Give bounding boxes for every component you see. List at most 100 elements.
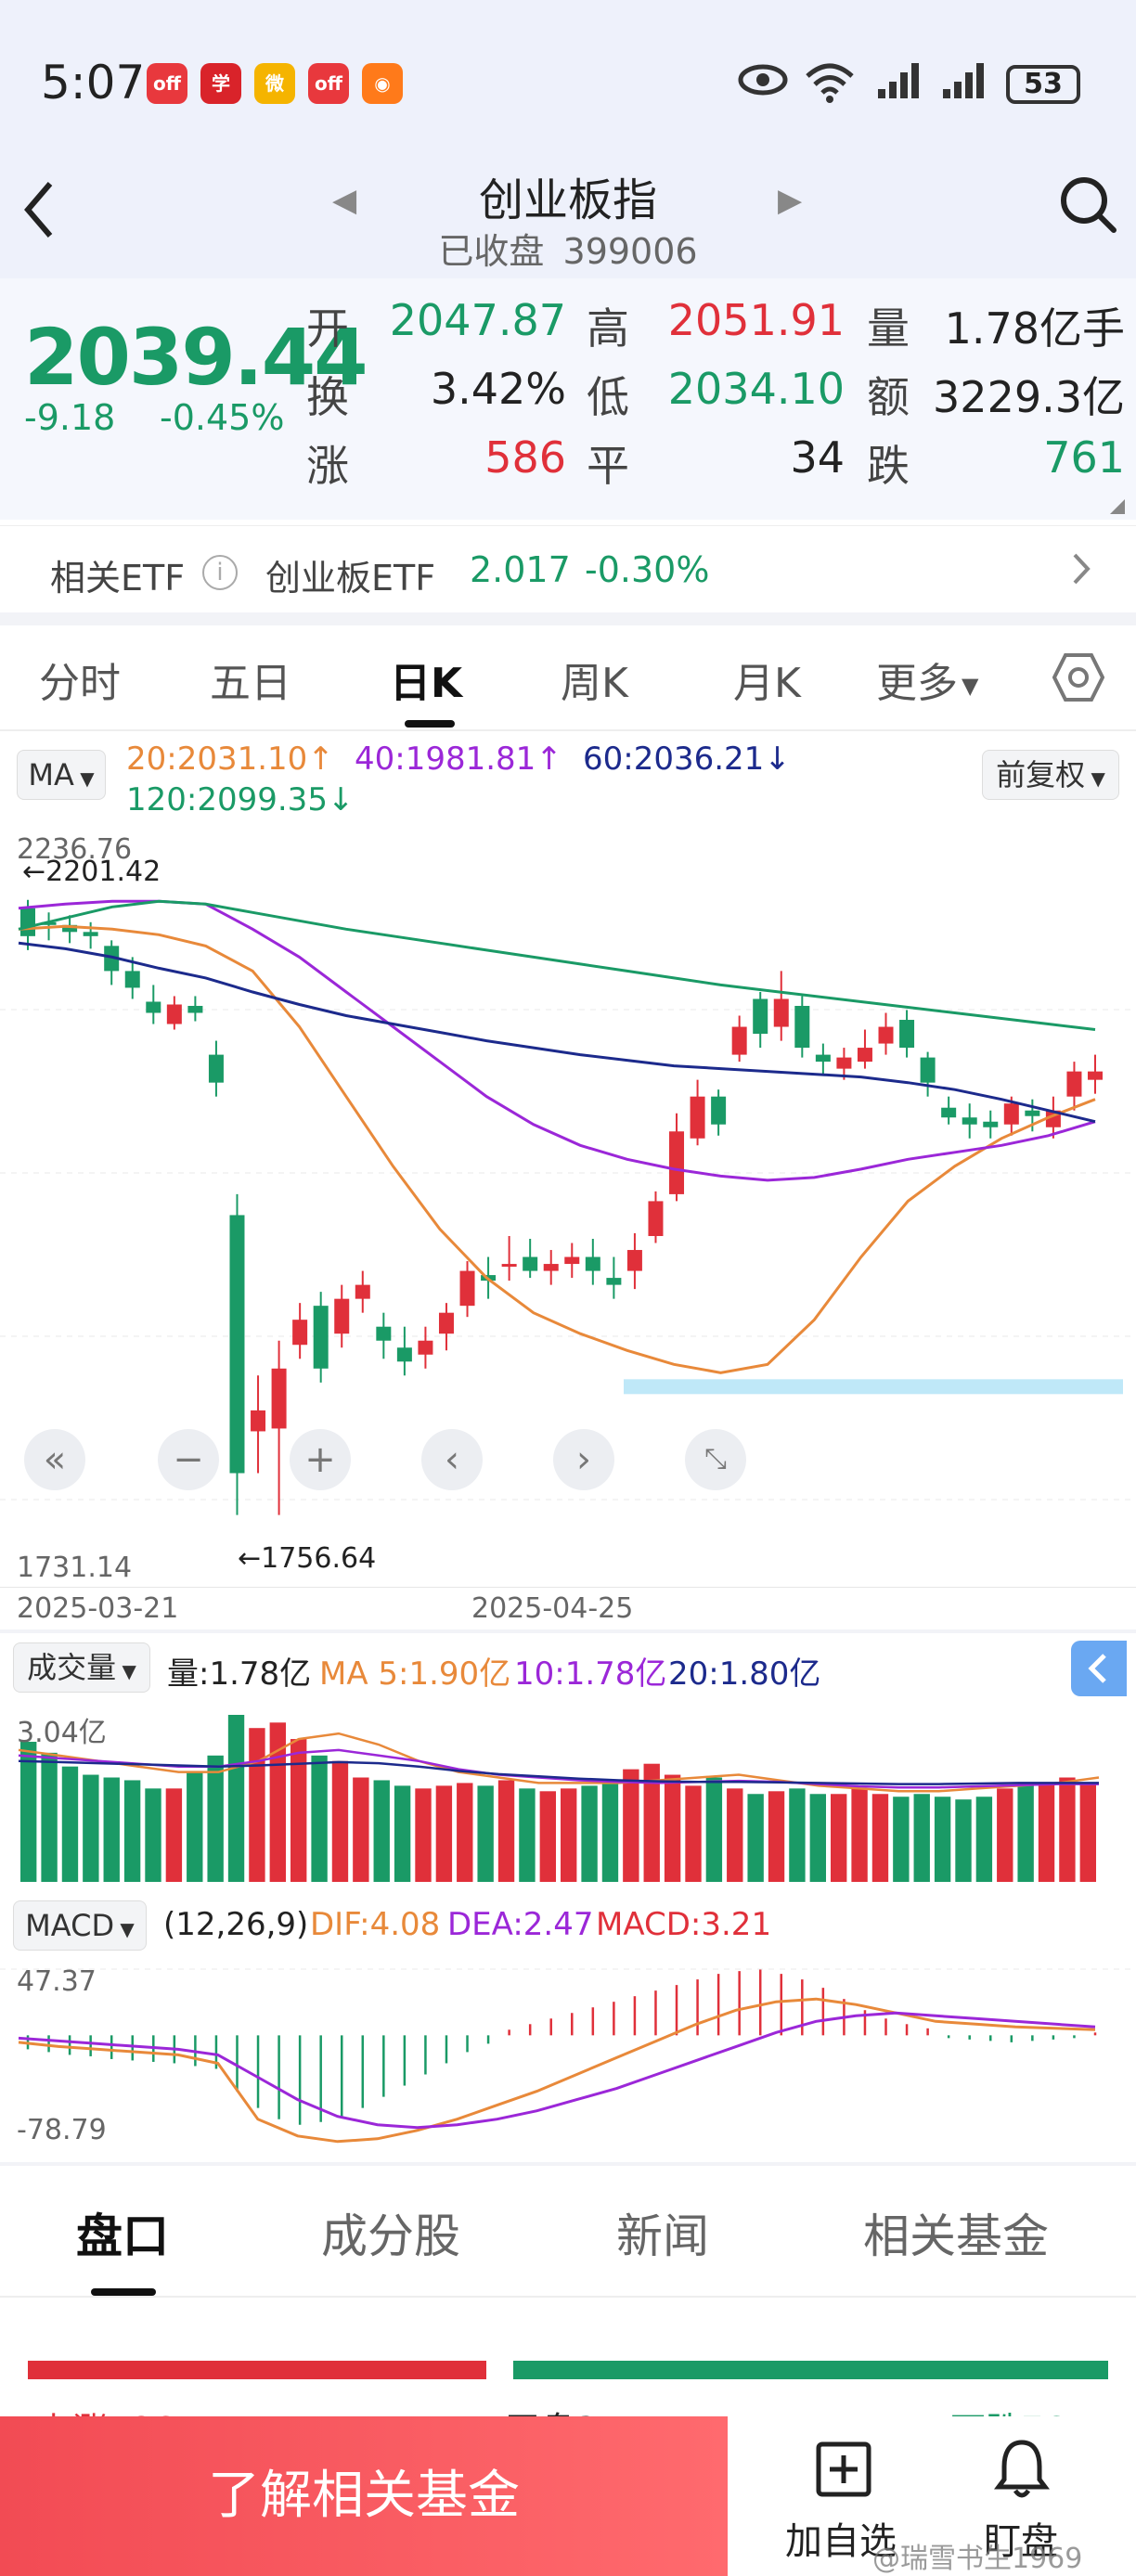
zoom-in-icon[interactable]: + — [290, 1429, 351, 1490]
candle-body — [585, 1256, 600, 1271]
wifi-icon — [802, 59, 858, 113]
info-icon[interactable]: i — [202, 555, 238, 590]
volume-bar — [1079, 1784, 1096, 1882]
candle-body — [899, 1020, 915, 1049]
zoom-out-max-icon[interactable]: « — [24, 1429, 85, 1490]
scroll-left-icon[interactable]: ‹ — [421, 1429, 483, 1490]
signal-icon-2 — [941, 59, 991, 109]
candle-body — [983, 1121, 999, 1127]
macd-selector-label: MACD — [25, 1908, 115, 1943]
volume-value: 量:1.78亿 — [167, 1655, 312, 1693]
volume-ma20: 20:1.80亿 — [668, 1655, 821, 1693]
candle-body — [396, 1347, 412, 1362]
volume-bar — [768, 1791, 785, 1882]
quote-label: 跌 — [867, 441, 910, 491]
search-icon[interactable] — [1056, 173, 1119, 236]
watermark: @瑞雪书生1969 — [872, 2543, 1083, 2575]
tab-news[interactable]: 新闻 — [616, 2199, 709, 2266]
macd-dea: DEA:2.47 — [447, 1906, 594, 1943]
volume-bar — [893, 1797, 910, 1882]
tab-monthly-k[interactable]: 月K — [733, 650, 801, 709]
candle-body — [83, 932, 98, 936]
quote-label: 平 — [587, 441, 629, 491]
ma-selector[interactable]: MA ▼ — [17, 750, 106, 800]
volume-bar — [394, 1785, 411, 1882]
candle-body — [292, 1320, 308, 1346]
breadth-bar — [28, 2361, 1108, 2379]
ma-selector-label: MA — [28, 757, 74, 792]
bell-icon[interactable] — [993, 2437, 1051, 2504]
date-start: 2025-03-21 — [17, 1592, 179, 1625]
expand-corner-icon[interactable] — [1110, 499, 1125, 514]
date-mid: 2025-04-25 — [471, 1592, 634, 1625]
candle-body — [229, 1215, 245, 1474]
zoom-out-icon[interactable]: − — [158, 1429, 219, 1490]
tab-more-label: 更多 — [876, 660, 958, 707]
caret-down-icon: ▼ — [1085, 767, 1105, 790]
etf-change: -0.30% — [585, 549, 710, 590]
settings-icon[interactable] — [1052, 651, 1105, 707]
volume-bar — [1017, 1785, 1034, 1882]
tab-related-funds[interactable]: 相关基金 — [863, 2199, 1049, 2266]
tab-order-book[interactable]: 盘口 — [76, 2199, 169, 2266]
learn-funds-button[interactable]: 了解相关基金 — [0, 2416, 728, 2576]
app-icon-2: 学 — [200, 63, 241, 104]
candle-body — [606, 1278, 622, 1285]
page-subtitle: 已收盘 399006 — [0, 223, 1136, 274]
adjust-selector[interactable]: 前复权 ▼ — [982, 750, 1119, 800]
tab-weekly-k[interactable]: 周K — [561, 650, 628, 709]
chevron-right-icon[interactable] — [1067, 546, 1095, 596]
volume-bar — [831, 1794, 847, 1882]
kline-bottom-value: 1731.14 — [17, 1552, 133, 1584]
candle-body — [334, 1298, 350, 1334]
etf-price: 2.017 — [470, 549, 571, 590]
tab-intraday[interactable]: 分时 — [39, 650, 121, 709]
scroll-right-icon[interactable]: › — [553, 1429, 614, 1490]
index-code: 399006 — [562, 231, 698, 272]
volume-bar — [664, 1774, 681, 1882]
etf-name[interactable]: 创业板ETF — [265, 549, 435, 600]
ma20-legend: 20:2031.10↑ — [126, 741, 334, 778]
candle-body — [815, 1054, 831, 1063]
volume-selector-label: 成交量 — [27, 1650, 117, 1685]
volume-bar — [331, 1760, 349, 1882]
candle-body — [355, 1284, 370, 1299]
volume-bar — [747, 1794, 764, 1882]
tab-more[interactable]: 更多 ▼ — [876, 650, 978, 709]
macd-line-dif — [18, 1997, 1096, 2144]
tab-constituents[interactable]: 成分股 — [321, 2199, 460, 2266]
tab-daily-k[interactable]: 日K — [390, 650, 462, 709]
add-watchlist-icon[interactable] — [815, 2441, 872, 2502]
volume-bar — [685, 1785, 702, 1882]
candle-body — [920, 1057, 936, 1083]
volume-bar — [997, 1788, 1013, 1882]
volume-chart[interactable] — [0, 1707, 1136, 1884]
candle-body — [523, 1256, 538, 1271]
macd-chart[interactable] — [0, 1960, 1136, 2155]
macd-selector[interactable]: MACD ▼ — [13, 1900, 147, 1951]
volume-scale: 3.04亿 — [17, 1717, 107, 1749]
ma40-legend: 40:1981.81↑ — [355, 741, 562, 778]
volume-bar — [519, 1788, 536, 1882]
volume-bar — [561, 1788, 577, 1882]
candle-body — [187, 1005, 203, 1013]
volume-bar — [789, 1788, 806, 1882]
breadth-down-segment — [513, 2361, 1108, 2379]
volume-bar — [623, 1769, 639, 1882]
eye-icon — [737, 59, 789, 109]
volume-bar — [41, 1752, 58, 1882]
candle-body — [962, 1117, 977, 1125]
support-band — [624, 1379, 1123, 1395]
ma-line-ma60 — [18, 941, 1096, 1124]
volume-bar — [539, 1791, 556, 1882]
volume-bar — [227, 1715, 245, 1882]
fullscreen-icon[interactable]: ⤡ — [685, 1429, 746, 1490]
tab-five-day[interactable]: 五日 — [210, 650, 291, 709]
volume-selector[interactable]: 成交量 ▼ — [13, 1642, 150, 1693]
volume-bar — [809, 1794, 826, 1882]
candle-body — [690, 1096, 705, 1139]
collapse-panel-icon[interactable] — [1071, 1641, 1127, 1696]
volume-bar — [373, 1780, 390, 1882]
macd-value: MACD:3.21 — [596, 1906, 772, 1943]
candle-body — [20, 908, 35, 936]
